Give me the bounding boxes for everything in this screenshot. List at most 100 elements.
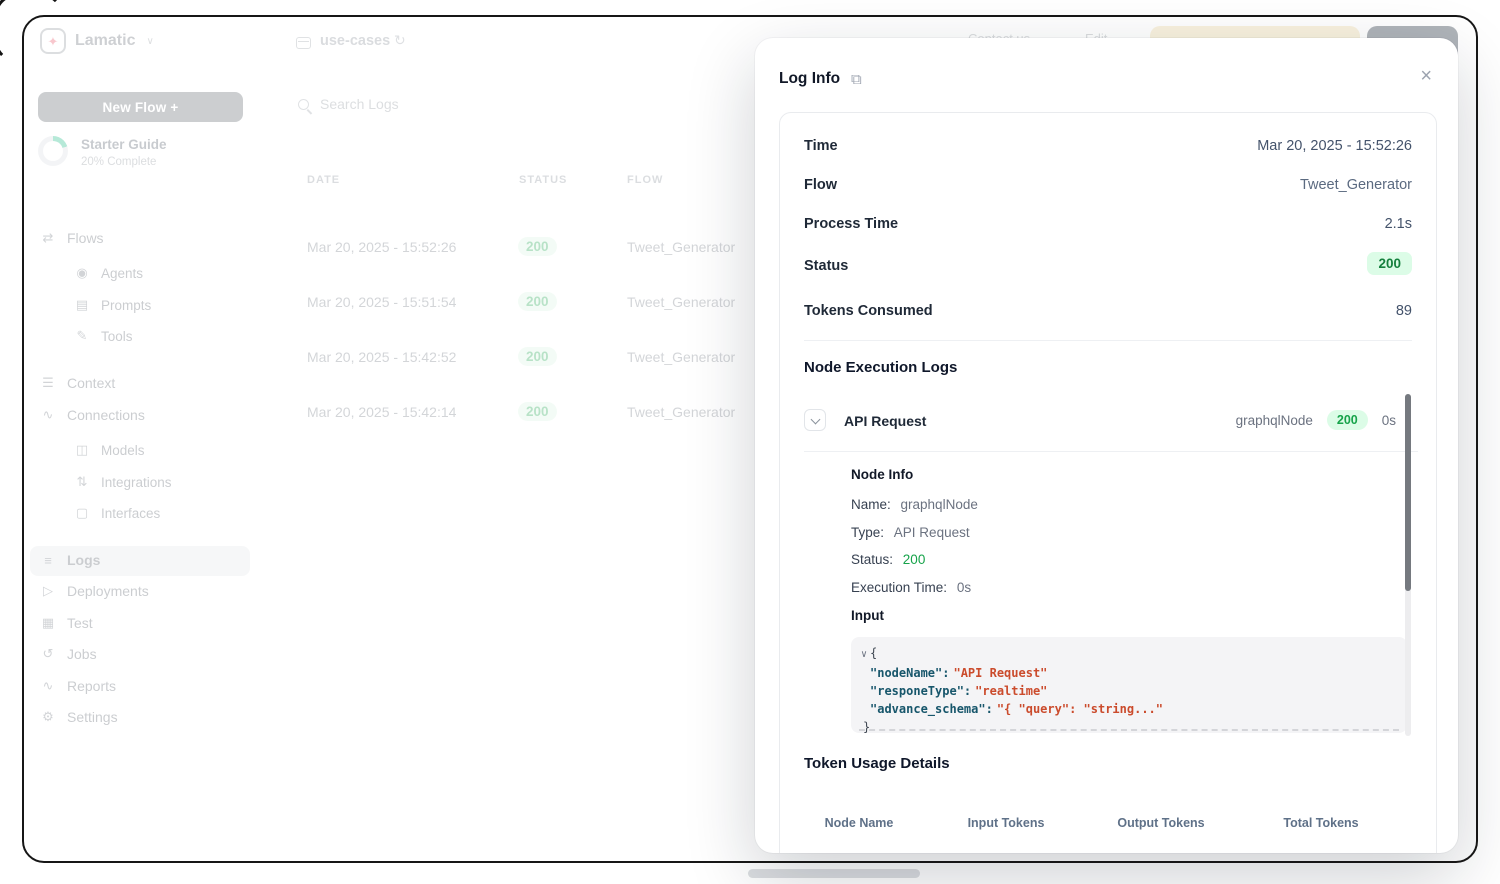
jobs-icon: ↺ <box>40 646 56 662</box>
log-detail-card: Time Mar 20, 2025 - 15:52:26 Flow Tweet_… <box>779 112 1437 853</box>
column-header-date: DATE <box>307 174 340 186</box>
progress-ring-icon <box>38 136 68 166</box>
new-flow-button[interactable]: New Flow + <box>38 92 243 122</box>
starter-guide-title: Starter Guide <box>81 136 167 152</box>
close-icon[interactable]: × <box>1420 65 1432 88</box>
code-value: "API Request" <box>953 666 1047 680</box>
code-key: "nodeName": <box>870 666 949 680</box>
sidebar-item-flows[interactable]: ⇄ Flows <box>40 230 104 246</box>
node-info-type: Type: API Request <box>851 525 970 540</box>
flows-icon: ⇄ <box>40 230 56 246</box>
project-icon <box>296 37 311 49</box>
time-value: Mar 20, 2025 - 15:52:26 <box>1257 138 1412 154</box>
log-flow: Tweet_Generator <box>627 404 735 420</box>
process-time-label: Process Time <box>804 216 898 232</box>
sidebar-item-logs[interactable]: ≡ Logs <box>40 552 100 568</box>
sidebar-item-connections[interactable]: ∿ Connections <box>40 407 145 423</box>
sidebar-item-jobs[interactable]: ↺ Jobs <box>40 646 97 662</box>
project-switcher[interactable]: use-cases <box>320 33 390 49</box>
copy-icon[interactable]: ⧉ <box>851 71 862 88</box>
sidebar-label: Prompts <box>101 298 151 313</box>
sidebar-label: Integrations <box>101 475 172 490</box>
test-icon: ▦ <box>40 615 56 631</box>
input-heading: Input <box>851 608 884 623</box>
node-info-execution-time: Execution Time: 0s <box>851 580 971 595</box>
spark-icon: ✦ <box>48 35 59 48</box>
sidebar-label: Tools <box>101 329 133 344</box>
page-horizontal-scrollbar[interactable] <box>748 869 920 878</box>
status-badge: 200 <box>518 292 557 311</box>
context-icon: ☰ <box>40 375 56 391</box>
time-label: Time <box>804 138 838 154</box>
sidebar-item-models[interactable]: ◫ Models <box>74 442 145 458</box>
close-brace: } <box>863 720 870 734</box>
log-date: Mar 20, 2025 - 15:42:52 <box>307 349 456 365</box>
app-window: ✦ Lamatic ∨ New Flow + Starter Guide 20%… <box>0 0 1500 884</box>
sidebar-label: Settings <box>67 709 118 725</box>
interfaces-icon: ▢ <box>74 505 90 521</box>
log-info-modal: Log Info ⧉ × Time Mar 20, 2025 - 15:52:2… <box>755 38 1458 853</box>
process-time-value: 2.1s <box>1385 216 1412 232</box>
sidebar-item-context[interactable]: ☰ Context <box>40 375 115 391</box>
sidebar-label: Flows <box>67 230 104 246</box>
sidebar-item-prompts[interactable]: ▤ Prompts <box>74 297 151 313</box>
scrollbar-thumb[interactable] <box>1405 394 1411 591</box>
name-value: graphqlNode <box>901 497 978 512</box>
sidebar-label: Test <box>67 615 93 631</box>
search-input[interactable]: Search Logs <box>320 96 399 112</box>
deployments-icon: ▷ <box>40 583 56 599</box>
sidebar-item-test[interactable]: ▦ Test <box>40 615 93 631</box>
chevron-down-icon[interactable]: ∨ <box>146 36 153 47</box>
agents-icon: ◉ <box>74 265 90 281</box>
refresh-icon[interactable]: ↻ <box>394 32 406 49</box>
sidebar-item-agents[interactable]: ◉ Agents <box>74 265 143 281</box>
sidebar-label: Context <box>67 375 115 391</box>
tools-icon: ✎ <box>74 328 90 344</box>
node-info-name: Name: graphqlNode <box>851 497 978 512</box>
column-header-output-tokens: Output Tokens <box>1117 816 1204 830</box>
starter-guide-subtitle: 20% Complete <box>81 156 167 168</box>
sidebar-item-tools[interactable]: ✎ Tools <box>74 328 133 344</box>
code-value: "realtime" <box>975 684 1047 698</box>
sidebar-item-reports[interactable]: ∿ Reports <box>40 678 116 694</box>
divider <box>804 340 1412 341</box>
sidebar-item-settings[interactable]: ⚙ Settings <box>40 709 118 725</box>
code-key: "advance_schema": <box>870 702 993 716</box>
node-execution-logs-heading: Node Execution Logs <box>804 359 957 376</box>
node-status-badge: 200 <box>1327 410 1368 430</box>
sidebar-item-deployments[interactable]: ▷ Deployments <box>40 583 149 599</box>
sidebar-item-interfaces[interactable]: ▢ Interfaces <box>74 505 160 521</box>
scrollbar-track[interactable] <box>1405 394 1411 736</box>
expand-collapse-button[interactable] <box>804 409 826 431</box>
models-icon: ◫ <box>74 442 90 458</box>
column-header-input-tokens: Input Tokens <box>968 816 1045 830</box>
node-meta: graphqlNode 200 0s <box>1236 410 1396 430</box>
code-value: "{ "query": "string..." <box>997 702 1163 716</box>
modal-title: Log Info <box>779 70 840 88</box>
node-info-status: Status: 200 <box>851 552 925 567</box>
code-line: "advance_schema": "{ "query": "string..." <box>861 700 1397 718</box>
sidebar-label: Connections <box>67 407 145 423</box>
column-header-flow: FLOW <box>627 174 663 186</box>
input-code-block[interactable]: ∨{ "nodeName":"API Request" "responeType… <box>851 637 1407 733</box>
log-date: Mar 20, 2025 - 15:52:26 <box>307 239 456 255</box>
type-value: API Request <box>894 525 970 540</box>
code-line: } <box>861 718 1397 736</box>
name-label: Name: <box>851 497 891 512</box>
status-badge: 200 <box>518 237 557 256</box>
integrations-icon: ⇅ <box>74 474 90 490</box>
sidebar-label: Agents <box>101 266 143 281</box>
log-flow: Tweet_Generator <box>627 294 735 310</box>
brand-header[interactable]: ✦ Lamatic ∨ <box>40 28 154 54</box>
settings-icon: ⚙ <box>40 709 56 725</box>
collapse-caret-icon[interactable]: ∨ <box>861 649 867 660</box>
starter-guide[interactable]: Starter Guide 20% Complete <box>38 136 167 168</box>
horizontal-scrollbar[interactable] <box>859 729 1399 731</box>
brand-name: Lamatic <box>75 32 135 50</box>
sidebar-item-integrations[interactable]: ⇅ Integrations <box>74 474 172 490</box>
execution-time-label: Execution Time: <box>851 580 947 595</box>
status-badge: 200 <box>1367 252 1412 275</box>
node-title: API Request <box>844 413 926 429</box>
sidebar-label: Models <box>101 443 145 458</box>
status-label: Status <box>804 258 848 274</box>
